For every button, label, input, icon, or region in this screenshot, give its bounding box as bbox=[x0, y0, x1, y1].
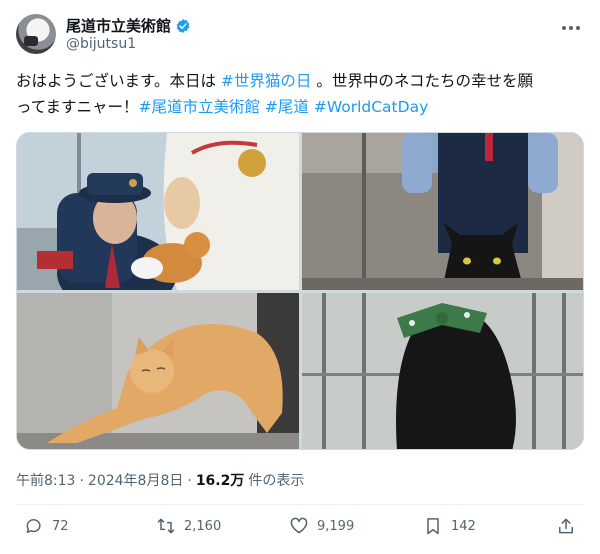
hashtag-link[interactable]: #尾道 bbox=[265, 98, 309, 116]
photo-black-cat-guard-art bbox=[302, 133, 583, 290]
photo-black-cat-bowtie[interactable] bbox=[302, 293, 583, 449]
like-count: 9,199 bbox=[317, 518, 355, 534]
reply-count: 72 bbox=[52, 518, 69, 534]
like-icon bbox=[290, 517, 308, 534]
handle[interactable]: @bijutsu1 bbox=[66, 36, 136, 52]
photo-orange-cat-stretching-art bbox=[17, 293, 299, 449]
share-button[interactable] bbox=[556, 516, 576, 536]
photo-black-cat-bowtie-art bbox=[302, 293, 583, 449]
action-bar: 72 2,160 9,199 142 bbox=[16, 516, 584, 544]
tweet-text-part: 。世界中のネコたちの幸せを願 bbox=[311, 72, 534, 90]
share-icon bbox=[559, 518, 573, 534]
photo-guard-with-cat-art bbox=[17, 133, 299, 290]
media-grid bbox=[16, 132, 584, 450]
hashtag-link[interactable]: #世界猫の日 bbox=[221, 72, 312, 90]
meta-separator: · bbox=[79, 473, 84, 489]
tweet-header: 尾道市立美術館 @bijutsu1 bbox=[16, 14, 584, 58]
photo-orange-cat-stretching[interactable] bbox=[17, 293, 299, 449]
hashtag-link[interactable]: #尾道市立美術館 bbox=[138, 98, 260, 116]
avatar[interactable] bbox=[16, 14, 56, 54]
tweet-text: おはようございます。本日は #世界猫の日 。世界中のネコたちの幸せを願 ってます… bbox=[16, 68, 584, 120]
bookmark-icon bbox=[427, 518, 439, 535]
like-button[interactable]: 9,199 bbox=[289, 516, 354, 536]
reply-button[interactable]: 72 bbox=[24, 516, 69, 536]
view-label: 件の表示 bbox=[248, 473, 305, 489]
tweet-text-part: ってますニャー！ bbox=[16, 98, 139, 116]
photo-black-cat-guard[interactable] bbox=[302, 133, 583, 290]
meta-separator: · bbox=[187, 473, 192, 489]
tweet-text-part: おはようございます。本日は bbox=[16, 72, 221, 90]
tweet-time[interactable]: 午前8:13 bbox=[16, 470, 75, 490]
verified-icon bbox=[176, 18, 190, 33]
reply-icon bbox=[26, 519, 41, 533]
tweet-line-1: おはようございます。本日は #世界猫の日 。世界中のネコたちの幸せを願 bbox=[16, 68, 584, 94]
photo-guard-with-cat[interactable] bbox=[17, 133, 299, 290]
more-icon[interactable] bbox=[560, 20, 582, 36]
tweet-date[interactable]: 2024年8月8日 bbox=[88, 470, 183, 490]
repost-count: 2,160 bbox=[184, 518, 222, 534]
repost-button[interactable]: 2,160 bbox=[156, 516, 221, 536]
tweet-line-2: ってますニャー！#尾道市立美術館 #尾道 #WorldCatDay bbox=[16, 94, 584, 120]
author-name-row: 尾道市立美術館 bbox=[66, 15, 191, 36]
tweet-meta: 午前8:13 · 2024年8月8日 · 16.2万 件の表示 bbox=[16, 470, 304, 490]
view-count: 16.2万 bbox=[195, 473, 245, 489]
divider bbox=[16, 504, 584, 505]
display-name[interactable]: 尾道市立美術館 bbox=[66, 15, 171, 36]
bookmark-button[interactable]: 142 bbox=[423, 516, 476, 536]
bookmark-count: 142 bbox=[451, 518, 476, 534]
hashtag-link[interactable]: #WorldCatDay bbox=[314, 98, 428, 116]
repost-icon bbox=[157, 518, 175, 534]
